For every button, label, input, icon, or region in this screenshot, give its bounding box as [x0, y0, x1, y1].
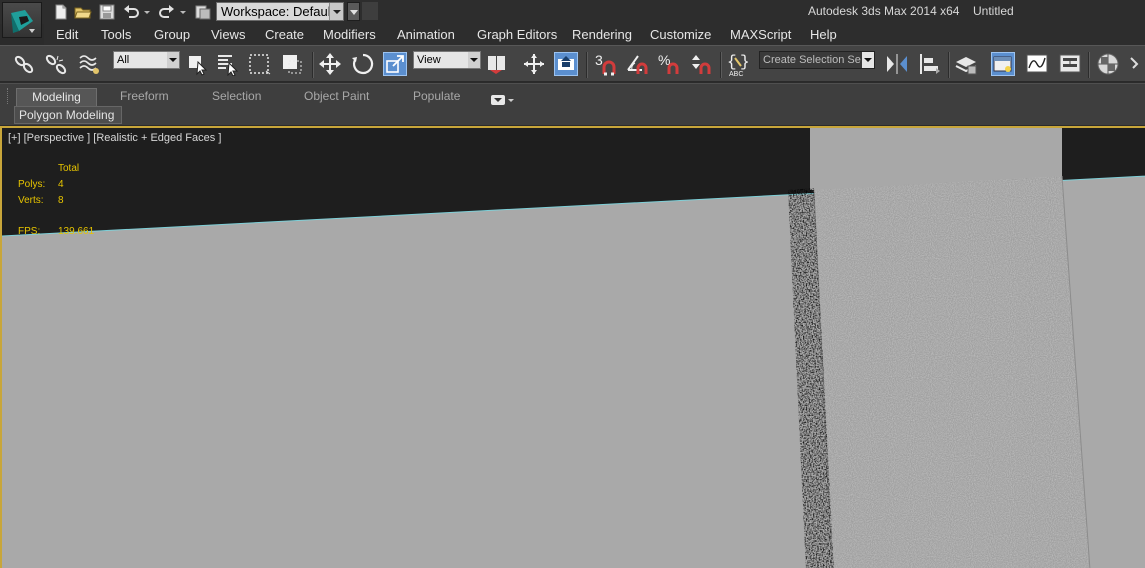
- stats-header: Total: [58, 163, 80, 174]
- window-crossing-icon[interactable]: [280, 52, 304, 76]
- angle-snap-toggle-icon[interactable]: [626, 52, 650, 76]
- chevron-down-icon: [862, 52, 874, 68]
- ribbon: Modeling Freeform Selection Object Paint…: [0, 83, 1145, 125]
- undo-icon[interactable]: [122, 3, 140, 21]
- rectangular-selection-region-icon[interactable]: [248, 52, 272, 76]
- toolbar-separator: [586, 52, 588, 78]
- menu-edit[interactable]: Edit: [56, 27, 78, 42]
- edit-named-selection-sets-icon[interactable]: {} ABC: [726, 52, 750, 78]
- snaps-toggle-icon[interactable]: 3: [594, 52, 618, 76]
- title-spacer: [362, 2, 378, 20]
- viewport-scene: [2, 128, 1145, 568]
- toolbar-separator: [1088, 52, 1090, 78]
- menu-help[interactable]: Help: [810, 27, 837, 42]
- quick-access-customize-button[interactable]: [347, 2, 360, 21]
- select-by-name-icon[interactable]: [216, 52, 240, 76]
- stats-verts-value: 8: [58, 195, 64, 206]
- menu-modifiers[interactable]: Modifiers: [323, 27, 376, 42]
- stats-polys-value: 4: [58, 179, 64, 190]
- manage-layers-icon[interactable]: [954, 52, 978, 76]
- redo-history-arrow-icon[interactable]: [178, 3, 188, 21]
- toolbar-separator: [720, 52, 722, 78]
- tab-modeling[interactable]: Modeling: [16, 88, 97, 106]
- select-and-rotate-icon[interactable]: [351, 52, 375, 76]
- named-selection-placeholder: Create Selection Se: [763, 54, 861, 66]
- undo-history-arrow-icon[interactable]: [142, 3, 152, 21]
- application-menu-button[interactable]: [2, 2, 42, 38]
- snap-3d-glyph: 3: [595, 52, 603, 68]
- align-icon[interactable]: [918, 52, 942, 76]
- document-title: Untitled: [973, 4, 1014, 18]
- perspective-viewport[interactable]: [+] [Perspective ] [Realistic + Edged Fa…: [0, 126, 1145, 568]
- select-and-scale-icon[interactable]: [383, 52, 407, 76]
- 3dsmax-logo-icon: [11, 10, 35, 33]
- menu-rendering[interactable]: Rendering: [572, 27, 632, 42]
- toolbar-separator: [312, 52, 314, 78]
- new-file-icon[interactable]: [52, 3, 70, 21]
- project-folder-icon[interactable]: [194, 3, 212, 21]
- ribbon-minimize-toggle[interactable]: [491, 91, 515, 105]
- menu-group[interactable]: Group: [154, 27, 190, 42]
- menu-create[interactable]: Create: [265, 27, 304, 42]
- spinner-snap-toggle-icon[interactable]: [690, 52, 714, 76]
- toggle-scene-explorer-icon[interactable]: [991, 52, 1015, 76]
- menu-animation[interactable]: Animation: [397, 27, 455, 42]
- chevron-down-icon: [329, 3, 343, 20]
- selection-filter-dropdown[interactable]: All: [113, 51, 180, 69]
- svg-text:{: {: [727, 53, 737, 71]
- chevron-down-icon: [468, 52, 480, 68]
- menu-bar: Edit Tools Group Views Create Modifiers …: [44, 24, 1145, 45]
- stats-fps-label: FPS:: [18, 226, 41, 236]
- stats-fps-clip: FPS: 139.661: [2, 222, 112, 236]
- use-pivot-center-icon[interactable]: [486, 52, 510, 76]
- unlink-selection-icon[interactable]: [44, 52, 68, 76]
- select-and-move-icon[interactable]: [318, 52, 342, 76]
- reference-coordinate-value: View: [417, 54, 441, 66]
- stats-polys-label: Polys:: [18, 179, 46, 190]
- named-selection-sets-dropdown[interactable]: Create Selection Se: [759, 51, 875, 69]
- schematic-view-icon[interactable]: [1058, 52, 1082, 76]
- tab-object-paint[interactable]: Object Paint: [304, 88, 369, 106]
- main-toolbar: All View 3 % {} ABC Create Selection Se: [0, 45, 1145, 82]
- mirror-icon[interactable]: [885, 52, 909, 76]
- keyboard-shortcut-override-icon[interactable]: [554, 52, 578, 76]
- curve-editor-icon[interactable]: [1025, 52, 1049, 76]
- menu-tools[interactable]: Tools: [101, 27, 131, 42]
- tab-freeform[interactable]: Freeform: [120, 88, 169, 106]
- material-editor-icon[interactable]: [1096, 52, 1120, 76]
- viewport-label-menu[interactable]: [+] [Perspective ] [Realistic + Edged Fa…: [8, 132, 221, 144]
- svg-text:}: }: [740, 53, 750, 71]
- render-setup-icon[interactable]: [1129, 52, 1145, 76]
- menu-customize[interactable]: Customize: [650, 27, 711, 42]
- select-and-link-icon[interactable]: [12, 52, 36, 76]
- chevron-down-icon: [167, 52, 179, 68]
- selection-filter-value: All: [117, 54, 130, 66]
- redo-icon[interactable]: [158, 3, 176, 21]
- app-title: Autodesk 3ds Max 2014 x64: [808, 4, 960, 18]
- abc-glyph: ABC: [729, 71, 743, 78]
- polygon-modeling-panel[interactable]: Polygon Modeling: [14, 106, 122, 124]
- stats-verts-label: Verts:: [18, 195, 44, 206]
- open-file-icon[interactable]: [74, 3, 92, 21]
- bind-to-space-warp-icon[interactable]: [78, 52, 102, 76]
- tab-selection[interactable]: Selection: [212, 88, 261, 106]
- save-file-icon[interactable]: [98, 3, 116, 21]
- percent-snap-toggle-icon[interactable]: %: [658, 52, 682, 76]
- tab-populate[interactable]: Populate: [413, 88, 460, 106]
- ribbon-grip-handle[interactable]: [7, 88, 11, 104]
- menu-views[interactable]: Views: [211, 27, 245, 42]
- select-and-manipulate-icon[interactable]: [522, 52, 546, 76]
- menu-graph-editors[interactable]: Graph Editors: [477, 27, 557, 42]
- title-bar: Workspace: Default Autodesk 3ds Max 2014…: [0, 0, 1145, 38]
- select-object-icon[interactable]: [186, 52, 210, 76]
- workspace-dropdown[interactable]: Workspace: Default: [216, 2, 344, 21]
- stats-fps-value: 139.661: [58, 226, 95, 236]
- menu-maxscript[interactable]: MAXScript: [730, 27, 791, 42]
- workspace-dropdown-label: Workspace: Default: [221, 4, 335, 19]
- reference-coordinate-system-dropdown[interactable]: View: [413, 51, 481, 69]
- toolbar-separator: [948, 52, 950, 78]
